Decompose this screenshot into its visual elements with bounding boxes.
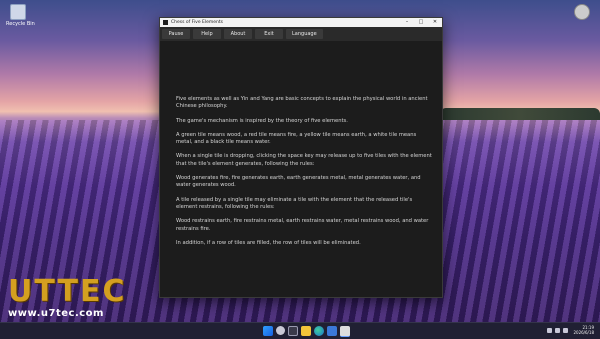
help-button[interactable]: Help [193,29,221,39]
recycle-bin-label: Recycle Bin [6,21,35,27]
task-view-icon[interactable] [288,326,298,336]
system-tray: 21:19 2026/6/18 [547,325,594,335]
user-avatar-glyph [574,4,590,20]
close-icon[interactable]: ✕ [428,18,442,27]
chevron-up-icon[interactable] [547,327,553,333]
network-icon[interactable] [555,327,561,333]
start-icon[interactable] [263,326,273,336]
help-paragraph: The game's mechanism is inspired by the … [176,117,348,124]
language-button[interactable]: Language [286,29,323,39]
user-shortcut-icon[interactable] [570,4,594,20]
recycle-bin-icon[interactable]: Recycle Bin [6,4,35,27]
minimize-icon[interactable]: – [400,18,414,27]
app-icon [163,20,168,25]
clock[interactable]: 21:19 2026/6/18 [573,325,594,335]
search-icon[interactable] [276,326,285,335]
app-window: Chess of Five Elements – □ ✕ Pause Help … [159,17,443,298]
window-controls: – □ ✕ [400,18,442,27]
help-content: Five elements as well as Yin and Yang ar… [160,96,432,254]
taskbar: 21:19 2026/6/18 [0,322,600,339]
wallpaper-trees [440,108,600,120]
exit-button[interactable]: Exit [255,29,283,39]
watermark-logo: UTTEC www.u7tec.com [8,276,138,328]
window-title: Chess of Five Elements [171,20,223,25]
watermark-logo-text: UTTEC [8,274,127,309]
volume-icon[interactable] [563,327,569,333]
edge-browser-icon[interactable] [314,326,324,336]
clock-date: 2026/6/18 [573,330,594,335]
title-bar[interactable]: Chess of Five Elements – □ ✕ [160,18,442,27]
help-paragraph: A tile released by a single tile may eli… [176,196,413,210]
taskbar-icons [263,326,353,337]
menu-bar: Pause Help About Exit Language [160,27,442,41]
store-icon[interactable] [327,326,337,336]
help-paragraph: Wood restrains earth, fire restrains met… [176,218,429,232]
file-explorer-icon[interactable] [301,326,311,336]
watermark-url: www.u7tec.com [8,308,104,319]
about-button[interactable]: About [224,29,252,39]
recycle-bin-glyph [10,4,26,20]
help-paragraph: Wood generates fire, fire generates eart… [176,175,421,189]
maximize-icon[interactable]: □ [414,18,428,27]
help-paragraph: When a single tile is dropping, clicking… [176,153,432,167]
pause-button[interactable]: Pause [162,29,190,39]
help-paragraph: In addition, if a row of tiles are fille… [176,239,361,246]
help-paragraph: A green tile means wood, a red tile mean… [176,131,417,146]
running-app-icon[interactable] [340,326,350,337]
help-paragraph: Five elements as well as Yin and Yang ar… [176,96,428,110]
